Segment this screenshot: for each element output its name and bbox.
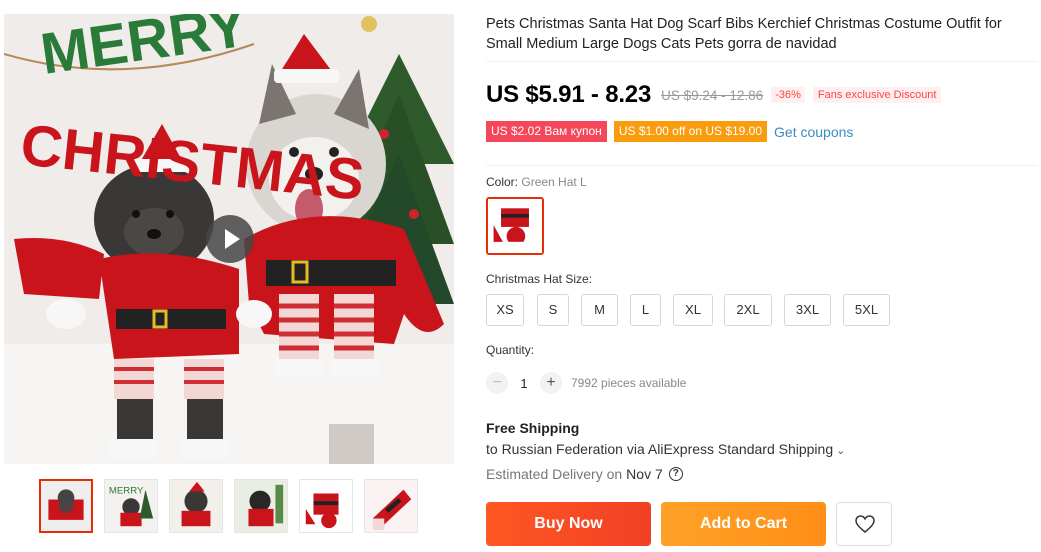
size-option-xs[interactable]: XS (486, 294, 524, 326)
size-option-s[interactable]: S (537, 294, 569, 326)
add-to-cart-button[interactable]: Add to Cart (661, 502, 826, 546)
shipping-method-dropdown[interactable]: AliExpress Standard Shipping ⌄ (648, 441, 845, 457)
thumbnail-5[interactable] (299, 479, 353, 533)
thumbnail-6[interactable] (364, 479, 418, 533)
size-option-5xl[interactable]: 5XL (843, 294, 890, 326)
shipping-method-text: AliExpress Standard Shipping (647, 441, 834, 457)
size-label: Christmas Hat Size: (486, 272, 593, 286)
stock-available: 7992 pieces available (571, 376, 687, 390)
discount-badge: -36% (771, 87, 805, 103)
quantity-stepper: − 1 + 7992 pieces available (486, 371, 686, 395)
chevron-down-icon: ⌄ (836, 445, 846, 457)
coupon-row: US $2.02 Вам купон US $1.00 off on US $1… (486, 121, 853, 142)
color-label: Color: Green Hat L (486, 175, 587, 189)
size-option-3xl[interactable]: 3XL (784, 294, 831, 326)
product-page: MERRY CHRISTMAS MERRY Pets Christmas San… (0, 0, 1041, 552)
thumb-image (41, 481, 91, 531)
decrement-button[interactable]: − (486, 372, 508, 394)
size-option-xl[interactable]: XL (673, 294, 713, 326)
price-row: US $5.91 - 8.23 US $9.24 - 12.86 -36% Fa… (486, 80, 942, 110)
help-icon[interactable]: ? (668, 467, 683, 481)
color-selected-value: Green Hat L (521, 175, 587, 189)
delivery-label: Estimated Delivery on (486, 466, 623, 482)
current-price: US $5.91 - 8.23 (486, 81, 652, 108)
thumbnail-3[interactable] (169, 479, 223, 533)
color-swatch-image (488, 199, 542, 253)
quantity-label: Quantity: (486, 343, 535, 357)
thumbnail-4[interactable] (234, 479, 288, 533)
estimated-delivery: Estimated Delivery on Nov 7 ? (486, 466, 683, 482)
color-option-green-hat-l[interactable] (486, 197, 544, 255)
wishlist-button[interactable] (836, 502, 892, 546)
shipping-title: Free Shipping (486, 420, 580, 436)
coupon-badge[interactable]: US $2.02 Вам купон (486, 121, 607, 142)
divider (486, 165, 1038, 166)
color-label-text: Color: (486, 175, 519, 189)
size-option-l[interactable]: L (630, 294, 661, 326)
original-price: US $9.24 - 12.86 (661, 87, 764, 103)
thumbnail-2[interactable]: MERRY (104, 479, 158, 533)
product-title: Pets Christmas Santa Hat Dog Scarf Bibs … (486, 16, 1002, 52)
svg-text:MERRY: MERRY (109, 485, 144, 496)
play-video-button[interactable] (206, 215, 254, 263)
shipping-destination: to Russian Federation via AliExpress Sta… (486, 441, 845, 457)
increment-button[interactable]: + (540, 372, 562, 394)
thumb-image (170, 480, 222, 532)
thumbnail-1[interactable] (39, 479, 93, 533)
quantity-value[interactable]: 1 (508, 376, 540, 391)
size-option-m[interactable]: M (581, 294, 618, 326)
buy-now-button[interactable]: Buy Now (486, 502, 651, 546)
delivery-date: Nov 7 (626, 466, 663, 482)
shipping-to-text: to Russian Federation via (486, 441, 645, 457)
coupon-badge[interactable]: US $1.00 off on US $19.00 (613, 121, 768, 142)
divider (486, 61, 1038, 62)
thumb-image (300, 480, 352, 532)
main-product-image[interactable]: MERRY CHRISTMAS (4, 14, 454, 464)
thumb-image: MERRY (105, 480, 157, 532)
size-option-2xl[interactable]: 2XL (724, 294, 772, 326)
heart-icon (855, 515, 875, 533)
fans-discount-badge: Fans exclusive Discount (812, 87, 942, 103)
thumb-image (365, 480, 417, 532)
thumb-image (235, 480, 287, 532)
get-coupons-link[interactable]: Get coupons (774, 124, 853, 140)
